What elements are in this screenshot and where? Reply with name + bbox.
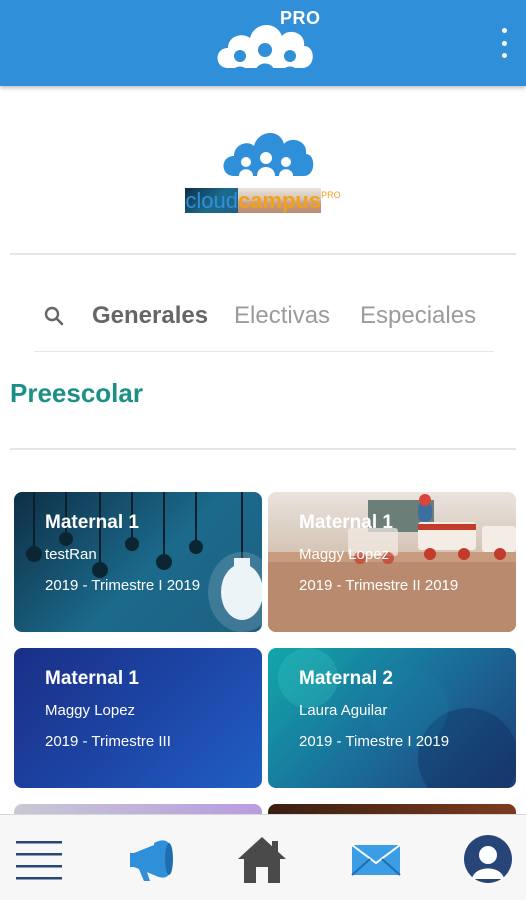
top-app-bar: PRO [0,0,526,86]
card-period: 2019 - Trimestre I 2019 [45,577,201,594]
category-tabs: Generales Electivas Especiales [34,290,494,350]
card-teacher: Maggy Lopez [299,546,390,563]
card-teacher: testRan [45,546,97,563]
course-card[interactable]: Maternal 1 Maggy Lopez 2019 - Trimestre … [14,648,262,788]
section-title: Preescolar [10,378,143,408]
divider [34,351,494,352]
megaphone-icon[interactable] [124,831,180,887]
cloudcampus-wordmark: cloudcampusPRO [0,188,526,214]
card-teacher: Maggy Lopez [45,702,136,719]
brand-header: cloudcampusPRO [0,86,526,256]
card-period: 2019 - Trimestre II 2019 [299,577,459,594]
course-card[interactable]: Maternal 1 testRan 2019 - Trimestre I 20… [14,492,262,632]
card-title: Maternal 1 [299,512,393,533]
cloudcampus-logo-icon [223,132,314,176]
tab-generales[interactable]: Generales [92,302,208,330]
hamburger-menu-icon[interactable] [12,831,68,887]
card-title: Maternal 1 [45,512,139,533]
wordmark-part-cloud: cloud [185,188,238,213]
pro-label: PRO [280,8,321,28]
divider [10,253,516,255]
wordmark-pro-badge: PRO [321,190,341,200]
wordmark-part-campus: campus [237,188,322,213]
card-period: 2019 - Trimestre III [45,733,171,750]
more-vert-icon[interactable] [498,28,510,58]
tab-electivas[interactable]: Electivas [234,302,330,330]
bottom-nav-bar [0,814,526,900]
divider [10,448,516,450]
card-title: Maternal 1 [45,668,139,689]
home-icon[interactable] [234,831,290,887]
course-card[interactable]: Maternal 1 Maggy Lopez 2019 - Trimestre … [268,492,516,632]
search-icon[interactable] [42,304,66,328]
profile-avatar-icon[interactable] [460,831,516,887]
mail-icon[interactable] [348,831,404,887]
tab-especiales[interactable]: Especiales [360,302,476,330]
course-card[interactable]: Maternal 2 Laura Aguilar 2019 - Timestre… [268,648,516,788]
card-title: Maternal 2 [299,668,393,689]
card-teacher: Laura Aguilar [299,702,388,719]
card-period: 2019 - Timestre I 2019 [299,733,450,750]
